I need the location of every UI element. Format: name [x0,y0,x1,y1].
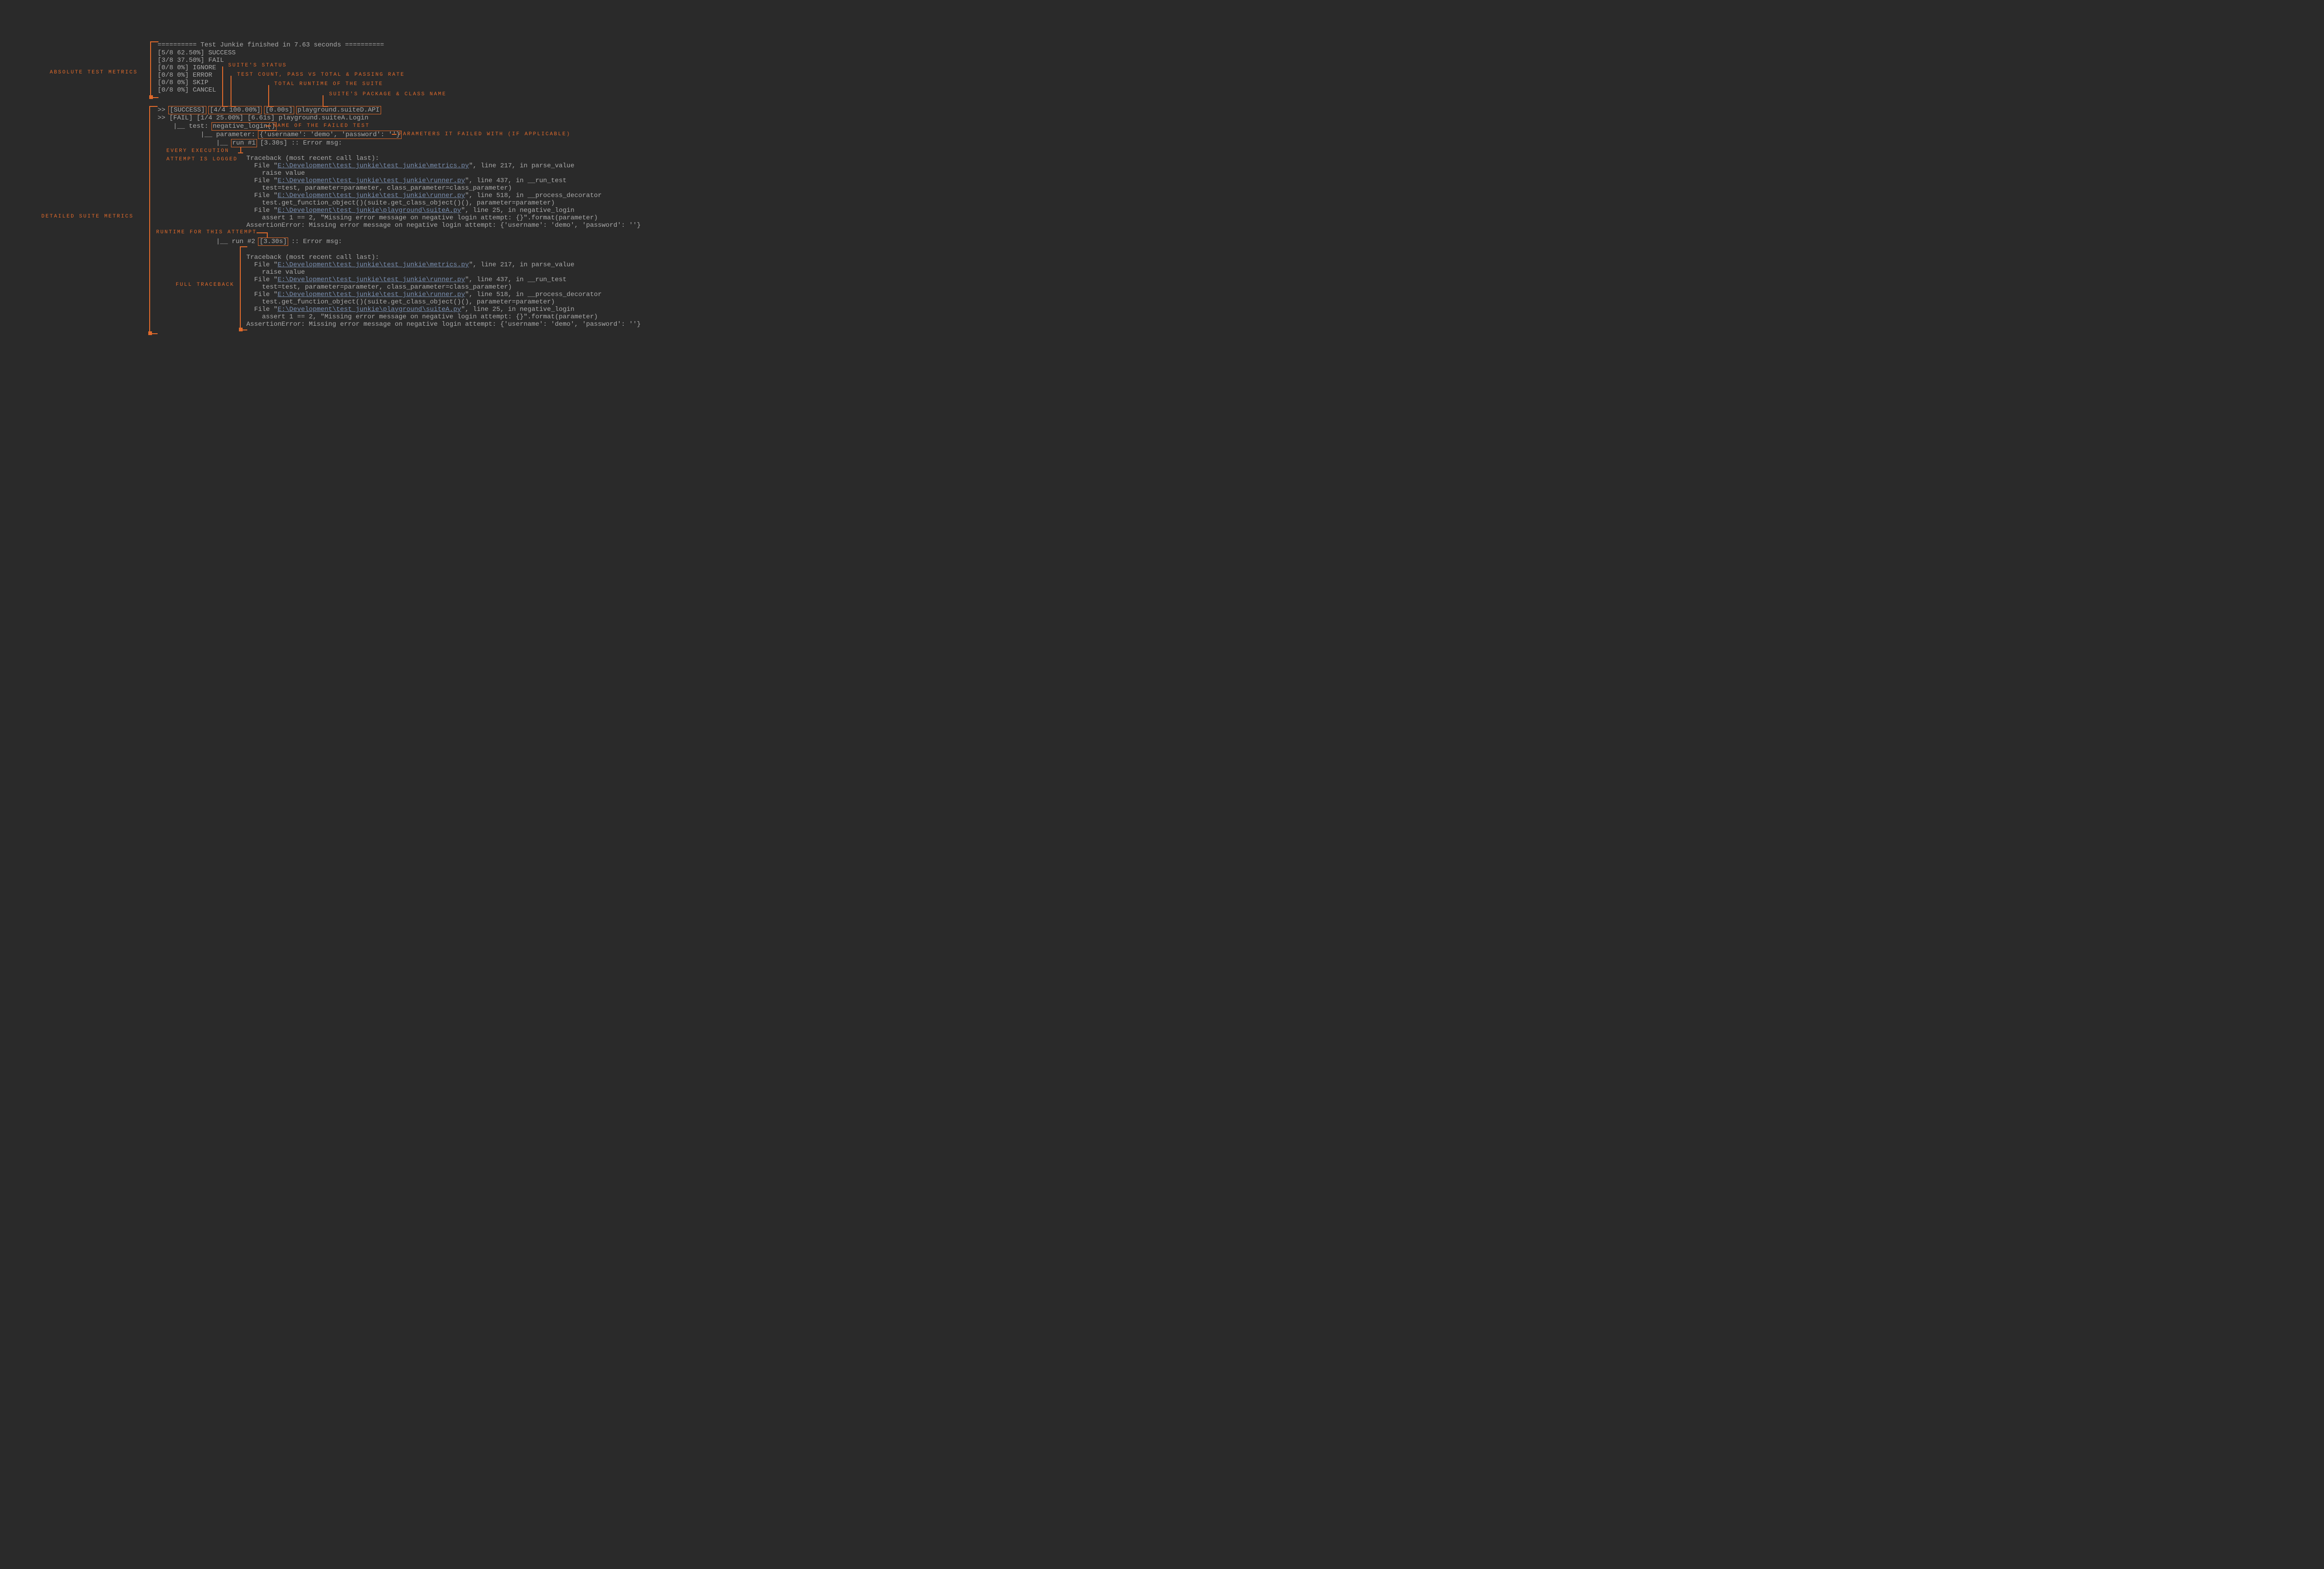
label-runtime: TOTAL RUNTIME OF THE SUITE [274,81,383,87]
connector [268,85,274,107]
header-line: ========== Test Junkie finished in 7.63 … [158,41,384,49]
label-pkg: SUITE'S PACKAGE & CLASS NAME [329,92,447,97]
bracket-foot-icon [239,328,243,331]
param-line: |__ parameter: {'username': 'demo', 'pas… [158,131,401,139]
connector [392,132,396,135]
box-status: [SUCCESS] [168,106,206,114]
file-link[interactable]: E:\Development\test_junkie\test_junkie\r… [277,291,465,298]
tb-head: Traceback (most recent call last): [246,155,379,162]
label-runtime-attempt: RUNTIME FOR THIS ATTEMPT [156,230,257,235]
box-run1: run #1 [231,139,257,147]
suite-success-line: >> [SUCCESS] [4/4 100.00%] [0.00s] playg… [158,106,380,114]
label-full-tb: FULL TRACEBACK [176,282,234,288]
file-link[interactable]: E:\Development\test_junkie\test_junkie\r… [277,192,465,199]
box-time: [0.00s] [264,106,294,114]
bracket-foot-icon [149,95,153,99]
label-failed-name: NAME OF THE FAILED TEST [273,123,370,129]
connector [222,66,228,107]
tb-head: Traceback (most recent call last): [246,254,379,261]
tb1: Traceback (most recent call last): File … [246,147,641,229]
file-link[interactable]: E:\Development\test_junkie\test_junkie\m… [277,162,469,170]
file-link[interactable]: E:\Development\test_junkie\playground\su… [277,207,461,214]
metric-row: [3/8 37.50%] FAIL [158,57,236,64]
metric-row: [5/8 62.50%] SUCCESS [158,49,236,57]
run1-line: |__ run #1 [3.30s] :: Error msg: [158,139,342,147]
box-run2-time: [3.30s] [258,237,288,246]
connector [323,95,328,107]
label-params: PARAMETERS IT FAILED WITH (IF APPLICABLE… [399,132,571,137]
run2-line: |__ run #2 [3.30s] :: Error msg: [158,237,342,246]
label-absolute: ABSOLUTE TEST METRICS [50,70,138,75]
bracket-absolute [150,41,158,98]
box-params: {'username': 'demo', 'password': ''} [258,131,401,139]
connector [267,232,268,237]
box-count: [4/4 100.00%] [208,106,262,114]
file-link[interactable]: E:\Development\test_junkie\playground\su… [277,306,461,313]
label-every-exec2: ATTEMPT IS LOGGED [166,157,238,162]
connector [265,123,271,126]
label-count-rate: TEST COUNT, PASS VS TOTAL & PASSING RATE [237,72,405,78]
test-line: |__ test: negative_login() [158,122,276,131]
tb2: Traceback (most recent call last): File … [246,246,641,328]
file-link[interactable]: E:\Development\test_junkie\test_junkie\r… [277,177,465,185]
connector [238,152,243,153]
connector [240,147,242,152]
label-suite-status: SUITE'S STATUS [228,63,287,68]
connector [231,76,236,107]
file-link[interactable]: E:\Development\test_junkie\test_junkie\r… [277,276,465,283]
box-pkg: playground.suiteD.API [296,106,381,114]
bracket-tb [240,246,247,330]
bracket-detailed [149,106,158,334]
label-detailed: DETAILED SUITE METRICS [41,214,133,219]
bracket-foot-icon [148,331,152,335]
label-every-exec1: EVERY EXECUTION [166,148,229,154]
file-link[interactable]: E:\Development\test_junkie\test_junkie\m… [277,261,469,269]
connector [257,232,267,233]
suite-fail-line: >> [FAIL] [1/4 25.00%] [6.61s] playgroun… [158,114,369,122]
